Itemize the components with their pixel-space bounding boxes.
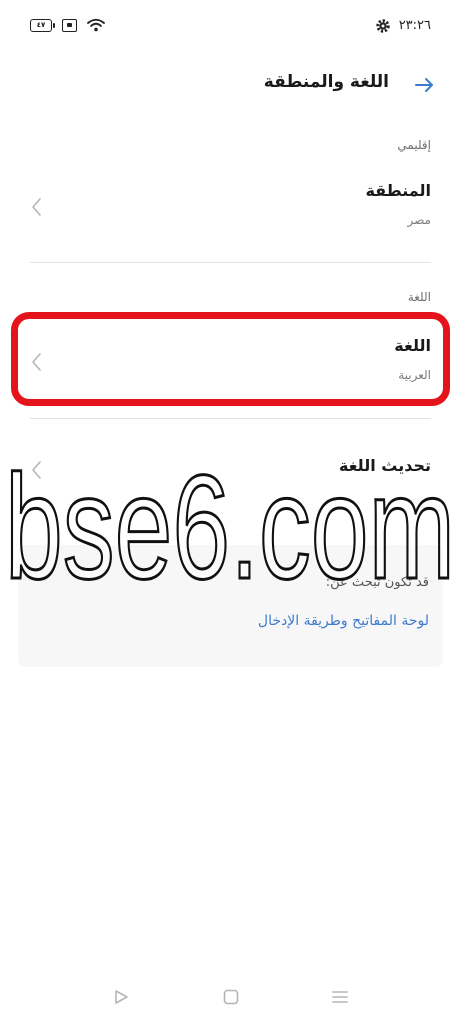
highlight-box bbox=[11, 312, 450, 406]
region-row[interactable]: المنطقة مصر bbox=[18, 175, 443, 251]
status-time: ٢٣:٢٦ bbox=[398, 18, 431, 33]
nav-home-icon[interactable] bbox=[222, 988, 240, 1006]
back-arrow-icon[interactable] bbox=[413, 74, 435, 96]
page-title: اللغة والمنطقة bbox=[263, 72, 389, 92]
navigation-bar bbox=[0, 974, 461, 1024]
keyboard-input-link[interactable]: لوحة المفاتيح وطريقة الإدخال bbox=[258, 613, 429, 629]
region-value: مصر bbox=[407, 213, 431, 227]
section-label-language: اللغة bbox=[407, 290, 431, 304]
watermark-logo: bse6.com bbox=[4, 444, 457, 601]
status-icons-left: ٤٧ bbox=[30, 18, 105, 32]
nav-menu-icon[interactable] bbox=[330, 988, 350, 1006]
nav-back-icon[interactable] bbox=[112, 988, 130, 1006]
status-bar: ٤٧ ٢٣:٢٦ bbox=[0, 0, 461, 56]
battery-level: ٤٧ bbox=[36, 20, 46, 29]
region-title: المنطقة bbox=[365, 181, 431, 200]
section-label-regional: إقليمي bbox=[397, 138, 431, 152]
chevron-left-icon bbox=[32, 198, 41, 216]
sim-icon bbox=[62, 18, 77, 32]
app-header: اللغة والمنطقة bbox=[0, 60, 461, 112]
settings-gear-icon bbox=[376, 19, 390, 33]
divider bbox=[30, 262, 431, 263]
watermark-text: bse6.com bbox=[5, 445, 455, 600]
wifi-icon bbox=[87, 18, 105, 32]
divider bbox=[30, 418, 431, 419]
battery-icon: ٤٧ bbox=[30, 18, 55, 32]
